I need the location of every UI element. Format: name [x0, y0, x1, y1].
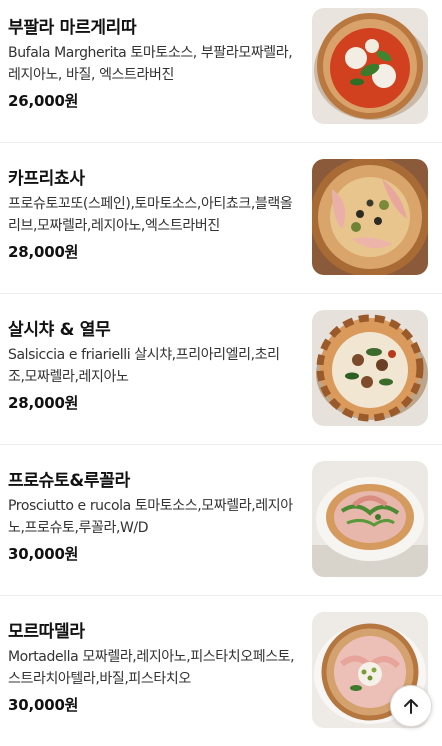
- menu-item-text: 모르따델라 Mortadella 모짜렐라,레지아노,피스타치오페스토,스트라치…: [8, 620, 296, 716]
- menu-item-name: 부팔라 마르게리따: [8, 18, 137, 38]
- menu-item[interactable]: 부팔라 마르게리따 Bufala Margherita 토마토소스, 부팔라모짜…: [0, 0, 442, 142]
- menu-item-text: 부팔라 마르게리따 Bufala Margherita 토마토소스, 부팔라모짜…: [8, 16, 296, 112]
- menu-item-name: 모르따델라: [8, 622, 85, 642]
- menu-item-description: Mortadella 모짜렐라,레지아노,피스타치오페스토,스트라치아텔라,바질…: [8, 649, 295, 687]
- menu-item[interactable]: 카프리쵸사 프로슈토꼬또(스페인),토마토소스,아티쵸크,블랙올리브,모짜렐라,…: [0, 142, 442, 293]
- menu-item-photo[interactable]: [312, 159, 428, 275]
- menu-item-price: 28,000원: [8, 243, 79, 261]
- menu-item-photo[interactable]: [312, 310, 428, 426]
- arrow-up-icon: [404, 699, 418, 714]
- menu-item-description: Prosciutto e rucola 토마토소스,모짜렐라,레지아노,프로슈토…: [8, 498, 293, 536]
- menu-item-text: 카프리쵸사 프로슈토꼬또(스페인),토마토소스,아티쵸크,블랙올리브,모짜렐라,…: [8, 167, 296, 263]
- menu-list: 부팔라 마르게리따 Bufala Margherita 토마토소스, 부팔라모짜…: [0, 0, 442, 746]
- menu-item-name: 프로슈토&루꼴라: [8, 471, 130, 491]
- menu-item-name: 살시챠 & 열무: [8, 320, 111, 340]
- menu-item-text: 프로슈토&루꼴라 Prosciutto e rucola 토마토소스,모짜렐라,…: [8, 469, 296, 565]
- menu-item[interactable]: 프로슈토&루꼴라 Prosciutto e rucola 토마토소스,모짜렐라,…: [0, 444, 442, 595]
- menu-item-price: 28,000원: [8, 394, 79, 412]
- menu-item-price: 26,000원: [8, 92, 79, 110]
- menu-item-photo[interactable]: [312, 8, 428, 124]
- menu-item-description: 프로슈토꼬또(스페인),토마토소스,아티쵸크,블랙올리브,모짜렐라,레지아노,엑…: [8, 196, 293, 234]
- menu-item[interactable]: 모르따델라 Mortadella 모짜렐라,레지아노,피스타치오페스토,스트라치…: [0, 595, 442, 746]
- menu-item[interactable]: 살시챠 & 열무 Salsiccia e friarielli 살시챠,프리아리…: [0, 293, 442, 444]
- menu-item-photo[interactable]: [312, 461, 428, 577]
- menu-item-description: Salsiccia e friarielli 살시챠,프리아리엘리,초리조,모짜…: [8, 347, 280, 385]
- menu-item-text: 살시챠 & 열무 Salsiccia e friarielli 살시챠,프리아리…: [8, 318, 296, 414]
- menu-item-description: Bufala Margherita 토마토소스, 부팔라모짜렐라, 레지아노, …: [8, 45, 293, 83]
- scroll-to-top-button[interactable]: [390, 685, 432, 727]
- menu-item-name: 카프리쵸사: [8, 169, 85, 189]
- menu-item-price: 30,000원: [8, 696, 79, 714]
- menu-item-price: 30,000원: [8, 545, 79, 563]
